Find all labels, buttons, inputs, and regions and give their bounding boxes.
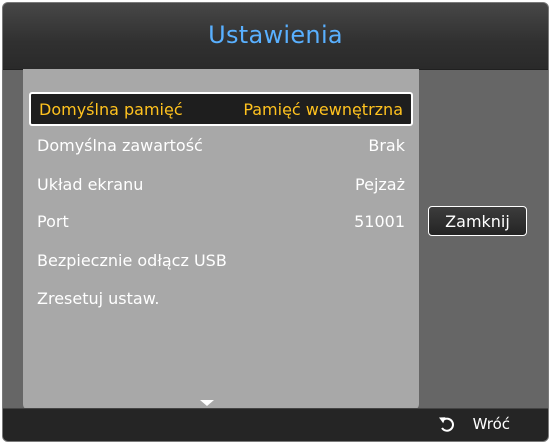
settings-item-value: Pejzaż	[355, 174, 405, 194]
settings-item-label: Domyślna zawartość	[37, 135, 203, 155]
settings-list: Domyślna pamięć Pamięć wewnętrzna Domyśl…	[23, 69, 419, 410]
settings-item-value: Pamięć wewnętrzna	[243, 99, 403, 119]
settings-item-default-content[interactable]: Domyślna zawartość Brak	[29, 128, 413, 162]
settings-item-label: Port	[37, 211, 69, 231]
settings-item-reset-settings[interactable]: Zresetuj ustaw.	[29, 281, 413, 315]
close-button[interactable]: Zamknij	[428, 206, 527, 236]
back-label: Wróć	[472, 415, 510, 433]
title-bar: Ustawienia	[3, 3, 548, 70]
settings-item-port[interactable]: Port 51001	[29, 204, 413, 238]
dialog-title: Ustawienia	[208, 21, 343, 49]
settings-item-value: 51001	[354, 211, 405, 231]
back-button[interactable]: Wróć	[437, 415, 510, 433]
settings-item-screen-layout[interactable]: Układ ekranu Pejzaż	[29, 167, 413, 201]
settings-dialog: Ustawienia Domyślna pamięć Pamięć wewnęt…	[2, 2, 549, 442]
settings-item-label: Układ ekranu	[37, 174, 144, 194]
settings-item-label: Domyślna pamięć	[39, 99, 183, 119]
footer-bar: Wróć	[3, 408, 548, 441]
settings-item-safely-remove-usb[interactable]: Bezpiecznie odłącz USB	[29, 243, 413, 277]
settings-item-value: Brak	[368, 135, 405, 155]
settings-item-default-storage[interactable]: Domyślna pamięć Pamięć wewnętrzna	[29, 92, 413, 126]
scroll-down-arrow-icon[interactable]	[200, 400, 214, 406]
settings-item-label: Zresetuj ustaw.	[37, 288, 160, 308]
settings-item-label: Bezpiecznie odłącz USB	[37, 250, 227, 270]
return-arrow-icon	[438, 417, 454, 432]
